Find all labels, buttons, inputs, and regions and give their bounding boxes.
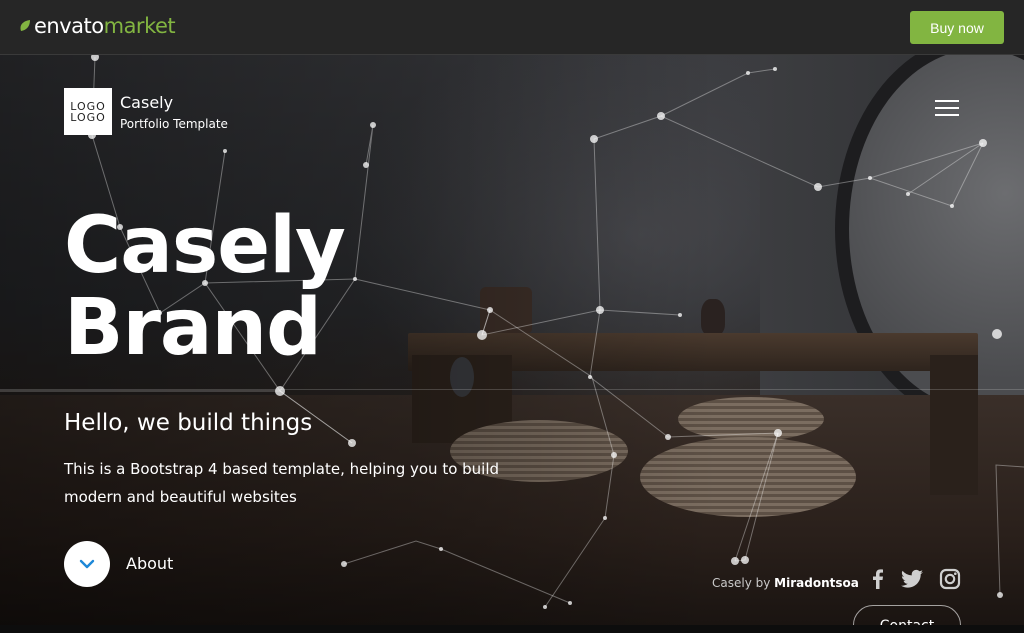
logo-text-line2: LOGO	[70, 110, 106, 124]
logo-text-line1: LOGO	[70, 99, 106, 113]
contact-button[interactable]: Contact	[853, 605, 961, 625]
facebook-icon[interactable]	[866, 567, 890, 591]
site-name[interactable]: Casely	[120, 93, 173, 112]
chevron-down-icon	[79, 559, 95, 569]
menu-bar	[935, 100, 959, 102]
author-credit: Casely by Miradontsoa	[712, 576, 859, 590]
about-scroll-button[interactable]	[64, 541, 110, 587]
bottom-strip	[0, 625, 1024, 633]
twitter-icon[interactable]	[900, 567, 924, 591]
hero-description: This is a Bootstrap 4 based template, he…	[64, 460, 500, 506]
buy-now-button[interactable]: Buy now	[910, 11, 1004, 44]
envato-leaf-icon	[20, 20, 30, 31]
envato-top-bar: envato market Buy now	[0, 0, 1024, 55]
hero-tagline: Hello, we build things	[64, 410, 313, 436]
instagram-icon[interactable]	[938, 567, 962, 591]
hero-title: Casely Brand	[64, 201, 346, 373]
credit-author[interactable]: Miradontsoa	[774, 576, 859, 590]
menu-bar	[935, 114, 959, 116]
envato-market-logo[interactable]: envato market	[19, 14, 176, 38]
market-logo-word: market	[103, 14, 176, 38]
envato-logo-word: envato	[34, 14, 104, 38]
about-link[interactable]: About	[126, 554, 173, 573]
hamburger-menu-icon[interactable]	[935, 100, 961, 116]
menu-bar	[935, 107, 959, 109]
credit-prefix: Casely by	[712, 576, 771, 590]
site-subtitle: Portfolio Template	[120, 117, 228, 131]
site-logo[interactable]: LOGO LOGO	[64, 88, 112, 135]
hero-divider	[0, 389, 1024, 390]
hero-title-line2: Brand	[64, 283, 322, 373]
hero-title-line1: Casely	[64, 201, 346, 291]
hero-section: LOGO LOGO Casely Portfolio Template Case…	[0, 55, 1024, 625]
